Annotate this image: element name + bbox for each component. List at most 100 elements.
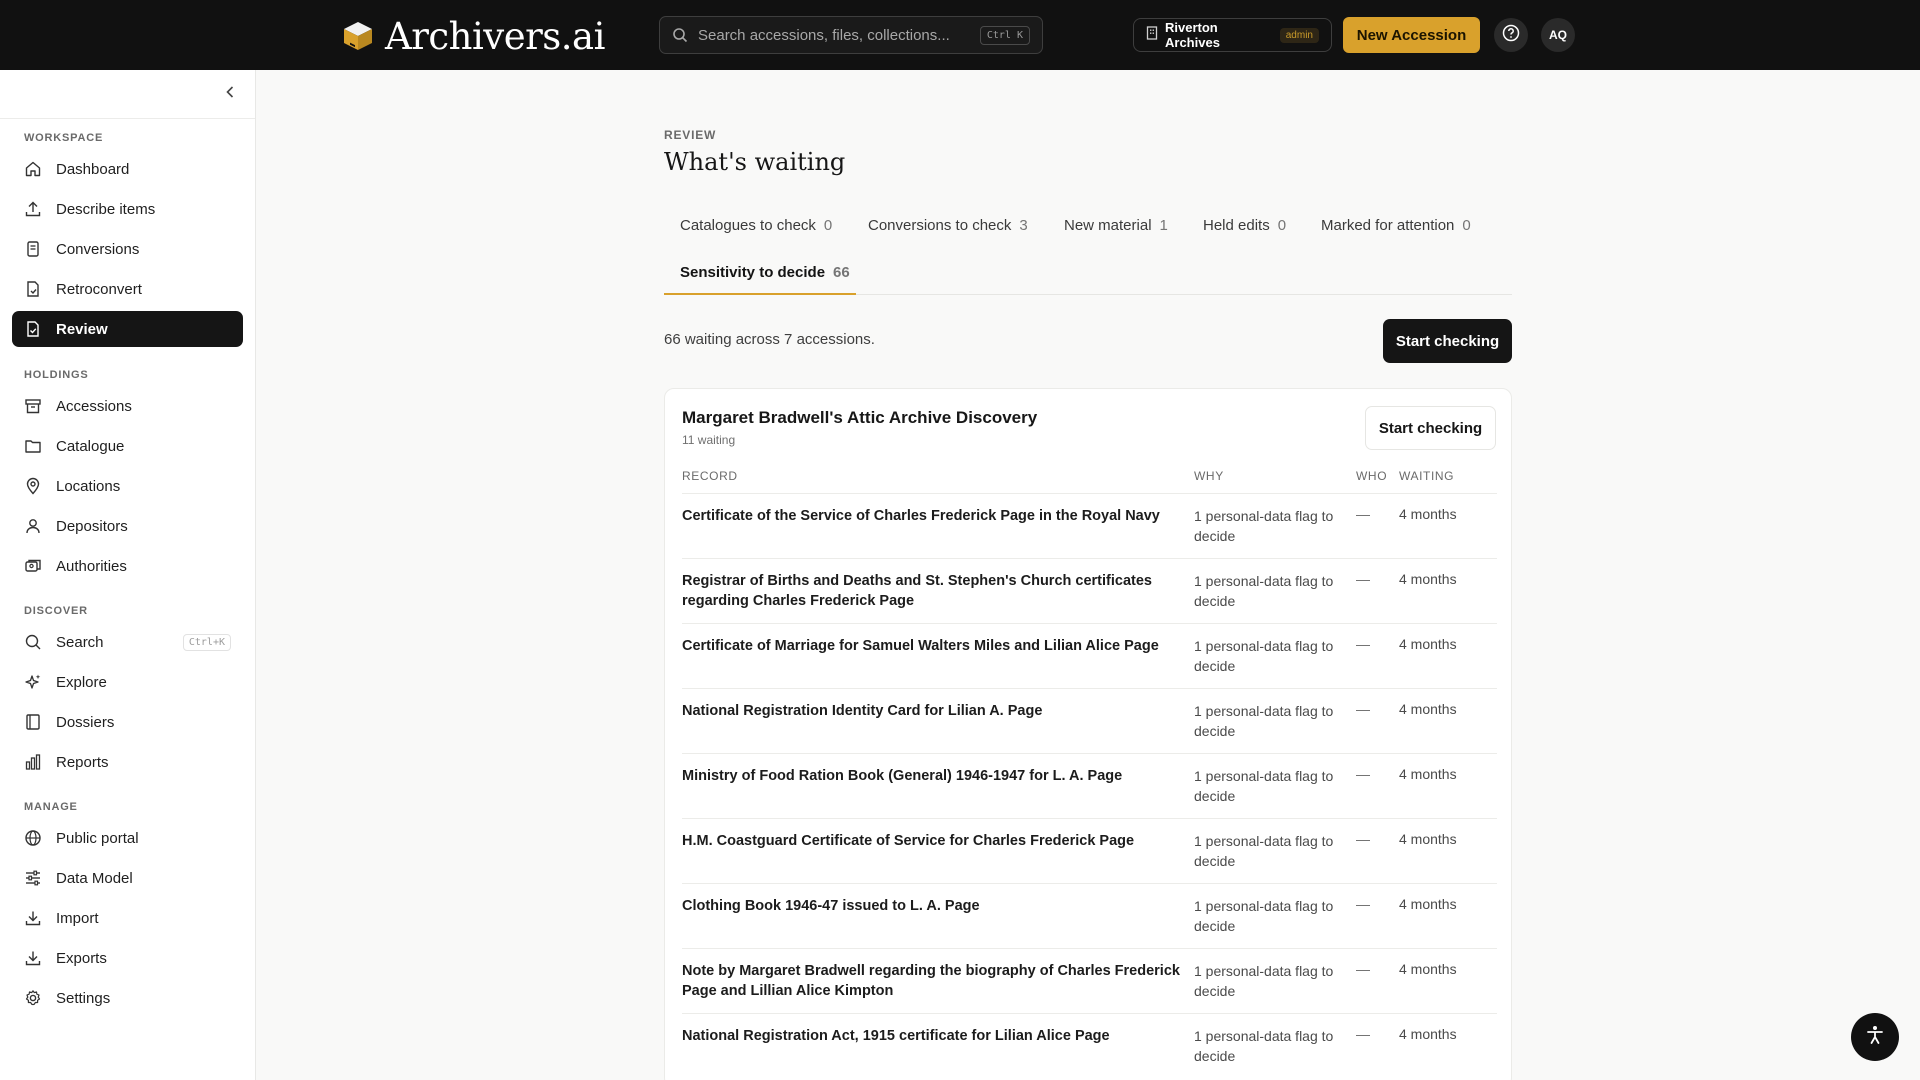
table-row[interactable]: H.M. Coastguard Certificate of Service f… — [682, 818, 1497, 883]
record-waiting: 4 months — [1399, 1026, 1457, 1042]
tab-count: 0 — [1462, 216, 1471, 234]
sidebar-item-describe-items[interactable]: Describe items — [12, 191, 243, 227]
new-accession-button[interactable]: New Accession — [1343, 17, 1480, 53]
record-why: 1 personal-data flag to decide — [1194, 768, 1334, 804]
person-icon — [24, 517, 42, 535]
brand-logo[interactable]: Archivers.ai — [341, 14, 605, 58]
sidebar-item-public-portal[interactable]: Public portal — [12, 820, 243, 856]
table-row[interactable]: Certificate of Marriage for Samuel Walte… — [682, 623, 1497, 688]
record-title[interactable]: H.M. Coastguard Certificate of Service f… — [682, 831, 1182, 851]
sidebar-item-data-model[interactable]: Data Model — [12, 860, 243, 896]
sidebar-item-retroconvert[interactable]: Retroconvert — [12, 271, 243, 307]
sidebar-item-dashboard[interactable]: Dashboard — [12, 151, 243, 187]
record-why: 1 personal-data flag to decide — [1194, 638, 1334, 674]
column-header-record: RECORD — [682, 469, 738, 483]
sidebar-item-label: Catalogue — [56, 437, 125, 455]
role-badge: admin — [1279, 27, 1319, 43]
collapse-sidebar-button[interactable] — [220, 84, 240, 104]
record-title[interactable]: Clothing Book 1946-47 issued to L. A. Pa… — [682, 896, 1182, 916]
record-title[interactable]: Certificate of Marriage for Samuel Walte… — [682, 636, 1182, 656]
record-title[interactable]: National Registration Identity Card for … — [682, 701, 1182, 721]
accessibility-button[interactable] — [1851, 1013, 1899, 1061]
sidebar-item-label: Exports — [56, 949, 107, 967]
sidebar-item-settings[interactable]: Settings — [12, 980, 243, 1016]
brand-name: Archivers.ai — [385, 14, 605, 58]
folder-icon — [24, 437, 42, 455]
section-label-discover: DISCOVER — [24, 605, 88, 617]
record-waiting: 4 months — [1399, 896, 1457, 912]
sidebar-item-conversions[interactable]: Conversions — [12, 231, 243, 267]
sidebar-item-label: Import — [56, 909, 99, 927]
global-search-input[interactable]: Search accessions, files, collections...… — [659, 16, 1043, 54]
organization-switcher[interactable]: Riverton Archives admin — [1133, 18, 1332, 52]
record-why: 1 personal-data flag to decide — [1194, 573, 1334, 609]
tab-count: 66 — [833, 263, 850, 281]
archive-box-logo-icon — [341, 19, 375, 53]
sidebar-item-label: Conversions — [56, 240, 140, 258]
tab-label: New material — [1064, 216, 1152, 234]
tab-label: Conversions to check — [868, 216, 1012, 234]
tab-count: 3 — [1019, 216, 1028, 234]
archive-box-icon — [24, 397, 42, 415]
record-waiting: 4 months — [1399, 766, 1457, 782]
record-title[interactable]: Note by Margaret Bradwell regarding the … — [682, 961, 1182, 1001]
record-waiting: 4 months — [1399, 961, 1457, 977]
section-label-workspace: WORKSPACE — [24, 132, 104, 144]
sidebar-item-exports[interactable]: Exports — [12, 940, 243, 976]
bar-chart-icon — [24, 753, 42, 771]
accession-start-checking-button[interactable]: Start checking — [1365, 406, 1496, 450]
table-row[interactable]: National Registration Identity Card for … — [682, 688, 1497, 753]
accession-title[interactable]: Margaret Bradwell's Attic Archive Discov… — [682, 408, 1037, 428]
table-row[interactable]: Clothing Book 1946-47 issued to L. A. Pa… — [682, 883, 1497, 948]
sidebar-item-authorities[interactable]: Authorities — [12, 548, 243, 584]
record-why: 1 personal-data flag to decide — [1194, 833, 1334, 869]
sidebar-divider — [0, 118, 255, 119]
sidebar-item-catalogue[interactable]: Catalogue — [12, 428, 243, 464]
sidebar-item-dossiers[interactable]: Dossiers — [12, 704, 243, 740]
sidebar-item-label: Explore — [56, 673, 107, 691]
table-row[interactable]: Note by Margaret Bradwell regarding the … — [682, 948, 1497, 1013]
sidebar-item-label: Settings — [56, 989, 111, 1007]
record-title[interactable]: National Registration Act, 1915 certific… — [682, 1026, 1182, 1046]
record-waiting: 4 months — [1399, 571, 1457, 587]
record-who: — — [1356, 896, 1370, 912]
accession-waiting-count: 11 waiting — [682, 433, 736, 447]
tab-conversions-to-check[interactable]: Conversions to check 3 — [852, 205, 1044, 245]
sidebar-item-review[interactable]: Review — [12, 311, 243, 347]
sidebar-item-depositors[interactable]: Depositors — [12, 508, 243, 544]
help-button[interactable] — [1494, 18, 1528, 52]
start-checking-button[interactable]: Start checking — [1383, 319, 1512, 363]
tab-catalogues-to-check[interactable]: Catalogues to check 0 — [664, 205, 848, 245]
building-icon — [1146, 25, 1158, 45]
sidebar-item-search[interactable]: Search Ctrl+K — [12, 624, 243, 660]
sidebar-item-import[interactable]: Import — [12, 900, 243, 936]
sidebar-item-label: Accessions — [56, 397, 132, 415]
table-row[interactable]: Ministry of Food Ration Book (General) 1… — [682, 753, 1497, 818]
record-title[interactable]: Ministry of Food Ration Book (General) 1… — [682, 766, 1182, 786]
table-row[interactable]: Certificate of the Service of Charles Fr… — [682, 493, 1497, 558]
sidebar-item-explore[interactable]: Explore — [12, 664, 243, 700]
sidebar-item-reports[interactable]: Reports — [12, 744, 243, 780]
record-why: 1 personal-data flag to decide — [1194, 508, 1334, 544]
tab-label: Held edits — [1203, 216, 1270, 234]
import-icon — [24, 909, 42, 927]
tab-marked-for-attention[interactable]: Marked for attention 0 — [1305, 205, 1487, 245]
home-icon — [24, 160, 42, 178]
search-icon — [24, 633, 42, 651]
chevron-left-icon — [225, 85, 235, 104]
section-label-manage: MANAGE — [24, 801, 78, 813]
sidebar-item-label: Depositors — [56, 517, 128, 535]
sidebar-item-label: Reports — [56, 753, 109, 771]
record-why: 1 personal-data flag to decide — [1194, 1028, 1334, 1064]
record-title[interactable]: Registrar of Births and Deaths and St. S… — [682, 571, 1182, 611]
review-icon — [24, 320, 42, 338]
sidebar-item-accessions[interactable]: Accessions — [12, 388, 243, 424]
table-row[interactable]: Registrar of Births and Deaths and St. S… — [682, 558, 1497, 623]
record-title[interactable]: Certificate of the Service of Charles Fr… — [682, 506, 1182, 526]
tab-new-material[interactable]: New material 1 — [1048, 205, 1184, 245]
table-row[interactable]: National Registration Act, 1915 certific… — [682, 1013, 1497, 1078]
sidebar-item-locations[interactable]: Locations — [12, 468, 243, 504]
user-avatar[interactable]: AQ — [1541, 18, 1575, 52]
tab-held-edits[interactable]: Held edits 0 — [1187, 205, 1302, 245]
tab-sensitivity-to-decide[interactable]: Sensitivity to decide 66 — [664, 252, 866, 292]
